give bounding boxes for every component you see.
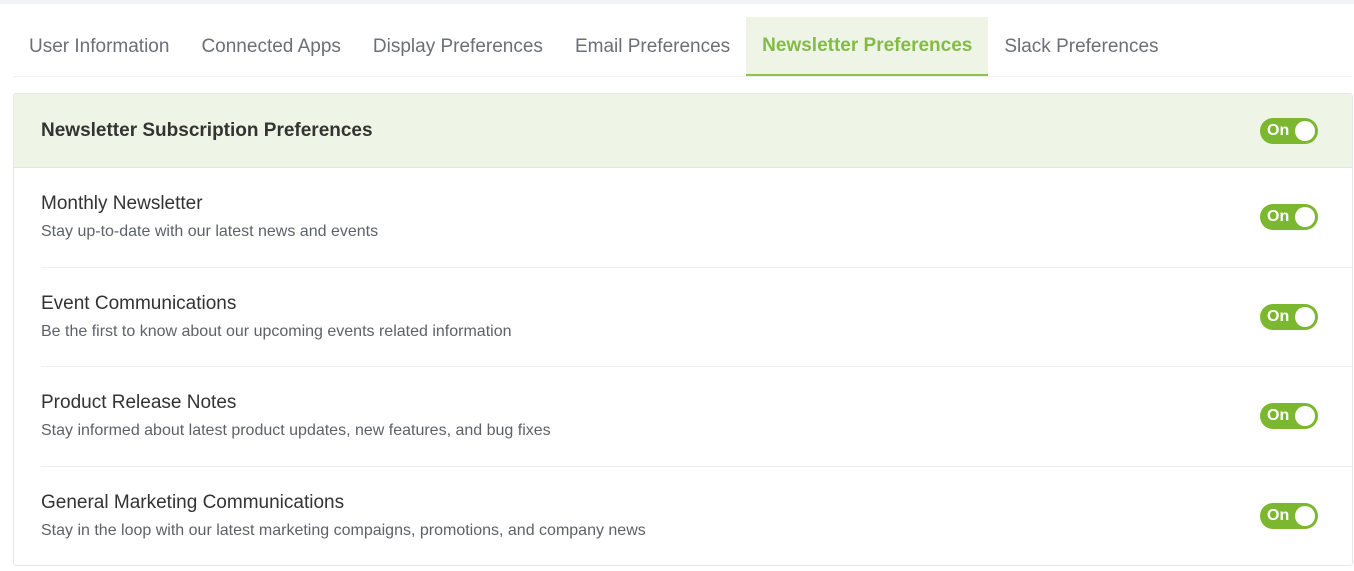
- tab-user-information[interactable]: User Information: [13, 17, 185, 76]
- preference-row-event-communications: Event Communications Be the first to kno…: [41, 268, 1352, 367]
- preference-text: Event Communications Be the first to kno…: [41, 293, 511, 341]
- preference-description: Stay in the loop with our latest marketi…: [41, 522, 646, 540]
- preference-title: Event Communications: [41, 292, 237, 314]
- panel-header: Newsletter Subscription Preferences On: [14, 94, 1352, 168]
- event-communications-toggle[interactable]: On: [1260, 303, 1318, 330]
- preference-text: Monthly Newsletter Stay up-to-date with …: [41, 193, 378, 241]
- toggle-knob: [1295, 120, 1315, 141]
- preference-description: Be the first to know about our upcoming …: [41, 322, 512, 340]
- toggle-knob: [1295, 207, 1315, 228]
- toggle-label: On: [1267, 307, 1290, 325]
- tab-display-preferences[interactable]: Display Preferences: [357, 17, 559, 76]
- newsletter-preferences-panel: Newsletter Subscription Preferences On M…: [13, 93, 1353, 566]
- preference-title: Monthly Newsletter: [41, 193, 203, 215]
- toggle-label: On: [1267, 208, 1290, 226]
- preference-title: Product Release Notes: [41, 392, 237, 414]
- monthly-newsletter-toggle[interactable]: On: [1260, 204, 1318, 231]
- panel-title: Newsletter Subscription Preferences: [41, 119, 373, 141]
- general-marketing-toggle[interactable]: On: [1260, 503, 1318, 530]
- toggle-label: On: [1267, 121, 1290, 139]
- preference-text: General Marketing Communications Stay in…: [41, 492, 646, 540]
- preference-title: General Marketing Communications: [41, 492, 345, 514]
- preference-text: Product Release Notes Stay informed abou…: [41, 392, 551, 440]
- preferences-tabs: User Information Connected Apps Display …: [13, 17, 1352, 77]
- preference-description: Stay informed about latest product updat…: [41, 422, 551, 440]
- tab-slack-preferences[interactable]: Slack Preferences: [988, 17, 1174, 76]
- preference-row-product-release-notes: Product Release Notes Stay informed abou…: [41, 367, 1352, 467]
- tab-email-preferences[interactable]: Email Preferences: [559, 17, 746, 76]
- master-subscription-toggle[interactable]: On: [1260, 117, 1318, 144]
- preference-list: Monthly Newsletter Stay up-to-date with …: [14, 168, 1352, 566]
- preference-row-general-marketing: General Marketing Communications Stay in…: [41, 467, 1352, 566]
- top-strip: [0, 0, 1354, 4]
- toggle-knob: [1295, 306, 1315, 327]
- tab-connected-apps[interactable]: Connected Apps: [185, 17, 356, 76]
- product-release-notes-toggle[interactable]: On: [1260, 403, 1318, 430]
- tab-newsletter-preferences[interactable]: Newsletter Preferences: [746, 17, 989, 76]
- preference-row-monthly-newsletter: Monthly Newsletter Stay up-to-date with …: [41, 168, 1352, 268]
- toggle-label: On: [1267, 507, 1290, 525]
- toggle-knob: [1295, 406, 1315, 427]
- preference-description: Stay up-to-date with our latest news and…: [41, 223, 379, 241]
- toggle-knob: [1295, 506, 1315, 527]
- toggle-label: On: [1267, 407, 1290, 425]
